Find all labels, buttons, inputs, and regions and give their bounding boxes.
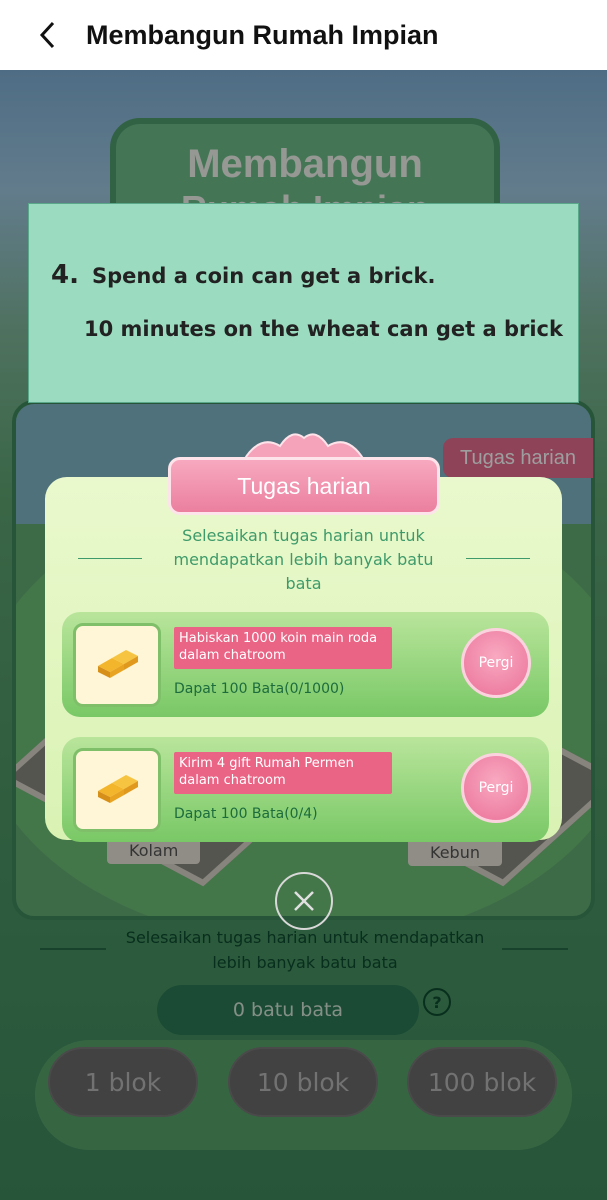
popup-subtitle-line3: bata (285, 574, 322, 593)
instruction-number: 4. (51, 260, 79, 290)
task-description-line2: dalam chatroom (179, 773, 286, 788)
popup-subtitle: Selesaikan tugas harian untuk mendapatka… (45, 524, 562, 596)
top-bar: Membangun Rumah Impian (0, 0, 607, 70)
task-reward: Dapat 100 Bata(0/1000) (174, 681, 345, 697)
close-button[interactable] (275, 872, 333, 930)
gold-bar-icon (98, 775, 138, 803)
page-title: Membangun Rumah Impian (86, 19, 439, 50)
task-reward: Dapat 100 Bata(0/4) (174, 806, 318, 822)
gold-bar-icon (98, 650, 138, 678)
task-description-line2: dalam chatroom (179, 648, 286, 663)
back-button[interactable] (28, 15, 68, 55)
close-icon (294, 891, 314, 911)
popup-subtitle-line2: mendapatkan lebih banyak batu (173, 550, 434, 569)
instruction-line1: Spend a coin can get a brick. (92, 264, 436, 288)
task-icon-box (73, 748, 161, 832)
chevron-left-icon (39, 21, 55, 49)
instruction-line2: 10 minutes on the wheat can get a brick (84, 317, 563, 341)
go-button[interactable]: Pergi (461, 753, 531, 823)
task-description-line1: Habiskan 1000 koin main roda (179, 631, 378, 646)
go-button[interactable]: Pergi (461, 628, 531, 698)
task-description-line1: Kirim 4 gift Rumah Permen (179, 756, 354, 771)
task-icon-box (73, 623, 161, 707)
instruction-overlay: 4. Spend a coin can get a brick. 10 minu… (28, 203, 579, 403)
popup-divider-right (466, 558, 530, 559)
task-description: Habiskan 1000 koin main roda dalam chatr… (174, 627, 392, 669)
task-card: Kirim 4 gift Rumah Permen dalam chatroom… (62, 737, 549, 842)
task-description: Kirim 4 gift Rumah Permen dalam chatroom (174, 752, 392, 794)
popup-title: Tugas harian (168, 457, 440, 515)
popup-subtitle-line1: Selesaikan tugas harian untuk (182, 526, 425, 545)
task-card: Habiskan 1000 koin main roda dalam chatr… (62, 612, 549, 717)
